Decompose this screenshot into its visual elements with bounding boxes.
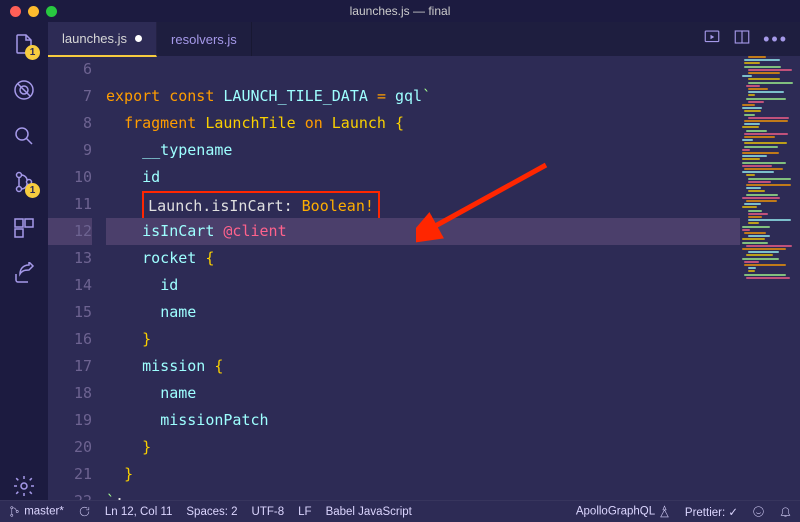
encoding-status[interactable]: UTF-8 [252, 506, 285, 518]
code-line[interactable]: } [106, 434, 740, 461]
code-line[interactable]: id [106, 272, 740, 299]
live-share-icon[interactable] [10, 260, 38, 288]
tab-launches-js[interactable]: launches.js [48, 22, 157, 57]
code-line[interactable]: Launch.isInCart: Boolean! [106, 191, 740, 218]
indent-status[interactable]: Spaces: 2 [186, 506, 237, 518]
code-line[interactable]: } [106, 461, 740, 488]
code-line[interactable]: missionPatch [106, 407, 740, 434]
no-bugs-icon[interactable] [10, 76, 38, 104]
settings-gear-icon[interactable] [10, 472, 38, 500]
code-line[interactable]: name [106, 380, 740, 407]
tab-bar: launches.js resolvers.js ••• [48, 22, 800, 56]
code-content[interactable]: export const LAUNCH_TILE_DATA = gql` fra… [106, 56, 740, 500]
minimize-window-icon[interactable] [28, 6, 39, 17]
code-line[interactable]: `; [106, 488, 740, 500]
minimap[interactable] [740, 56, 800, 500]
scm-badge: 1 [25, 183, 40, 198]
maximize-window-icon[interactable] [46, 6, 57, 17]
dirty-indicator-icon [135, 35, 142, 42]
explorer-icon[interactable]: 1 [10, 30, 38, 58]
eol-status[interactable]: LF [298, 506, 311, 518]
language-status[interactable]: Babel JavaScript [326, 506, 412, 518]
code-line[interactable]: fragment LaunchTile on Launch { [106, 110, 740, 137]
more-actions-icon[interactable]: ••• [763, 29, 788, 50]
window-title: launches.js — final [350, 4, 451, 18]
code-line[interactable]: } [106, 326, 740, 353]
code-editor[interactable]: 678910111213141516171819202122 export co… [48, 56, 800, 500]
line-number-gutter: 678910111213141516171819202122 [48, 56, 106, 500]
branch-name: master* [24, 506, 64, 518]
code-line[interactable]: rocket { [106, 245, 740, 272]
code-line[interactable]: __typename [106, 137, 740, 164]
sync-icon[interactable] [78, 505, 91, 518]
split-editor-icon[interactable] [733, 28, 751, 51]
code-line[interactable]: id [106, 164, 740, 191]
status-bar: master* Ln 12, Col 11 Spaces: 2 UTF-8 LF… [0, 500, 800, 522]
code-line[interactable] [106, 56, 740, 83]
prettier-status[interactable]: Prettier: ✓ [685, 505, 738, 519]
titlebar: launches.js — final [0, 0, 800, 22]
code-line[interactable]: export const LAUNCH_TILE_DATA = gql` [106, 83, 740, 110]
search-icon[interactable] [10, 122, 38, 150]
notifications-icon[interactable] [779, 505, 792, 518]
tab-label: launches.js [62, 31, 127, 46]
code-line[interactable]: name [106, 299, 740, 326]
window-controls [0, 6, 57, 17]
apollo-status[interactable]: ApolloGraphQL [576, 505, 671, 518]
source-control-icon[interactable]: 1 [10, 168, 38, 196]
tab-label: resolvers.js [171, 32, 237, 47]
activity-bar: 1 1 [0, 22, 48, 500]
feedback-icon[interactable] [752, 505, 765, 518]
code-line[interactable]: mission { [106, 353, 740, 380]
tab-resolvers-js[interactable]: resolvers.js [157, 22, 252, 56]
code-line[interactable]: isInCart @client [106, 218, 740, 245]
close-window-icon[interactable] [10, 6, 21, 17]
open-preview-icon[interactable] [703, 28, 721, 51]
explorer-badge: 1 [25, 45, 40, 60]
git-branch-status[interactable]: master* [8, 505, 64, 518]
extensions-icon[interactable] [10, 214, 38, 242]
cursor-position[interactable]: Ln 12, Col 11 [105, 506, 173, 518]
